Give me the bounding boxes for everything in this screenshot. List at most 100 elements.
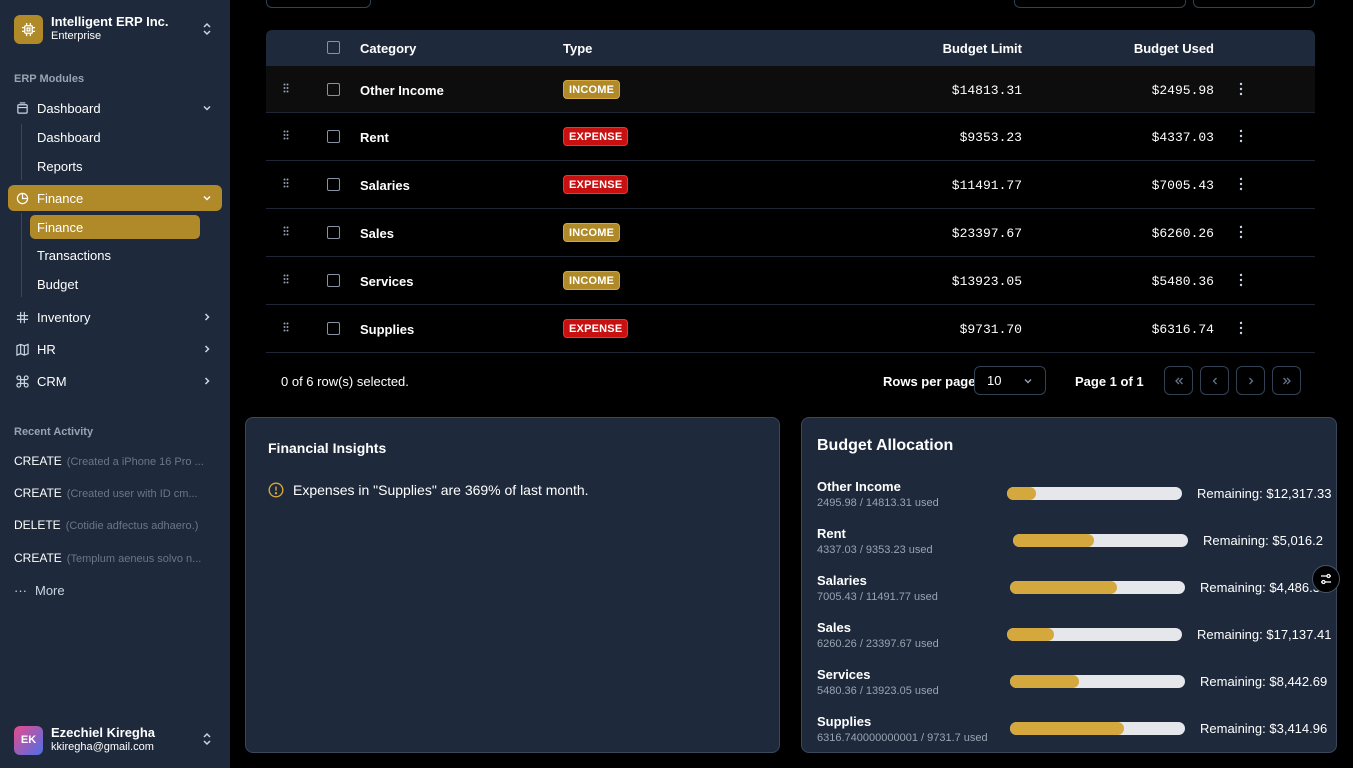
cell-category: Supplies (360, 322, 415, 337)
cell-budget-used: $4337.03 (1151, 130, 1214, 145)
allocation-item: Other Income 2495.98 / 14813.31 used Remai… (817, 479, 1332, 519)
row-checkbox[interactable] (327, 178, 340, 191)
allocation-progress-bar (1007, 487, 1182, 500)
nav-inventory[interactable]: Inventory (8, 304, 222, 330)
nav-hr[interactable]: HR (8, 336, 222, 362)
more-vertical-icon[interactable] (1239, 82, 1243, 96)
header-budget-limit[interactable]: Budget Limit (926, 41, 1022, 56)
allocation-remaining: Remaining: $12,317.33 (1197, 486, 1332, 501)
more-vertical-icon[interactable] (1239, 321, 1243, 335)
grip-icon[interactable] (283, 226, 289, 236)
grip-icon[interactable] (283, 178, 289, 188)
chip-icon (14, 14, 43, 44)
row-checkbox[interactable] (327, 83, 340, 96)
allocation-remaining: Remaining: $8,442.69 (1200, 674, 1328, 689)
more-button[interactable]: ··· More (14, 583, 214, 598)
activity-desc: (Created user with ID cm... (66, 488, 198, 500)
subnav-reports[interactable]: Reports (30, 154, 200, 178)
table-row[interactable]: Rent EXPENSE $9353.23 $4337.03 (266, 113, 1315, 161)
nav-crm-label: CRM (37, 373, 67, 389)
nav-finance-label: Finance (37, 190, 84, 206)
rows-per-page-label: Rows per page (883, 374, 976, 389)
org-switcher[interactable]: Intelligent ERP Inc. Enterprise (14, 14, 222, 44)
nav-inventory-label: Inventory (37, 309, 91, 325)
row-checkbox[interactable] (327, 130, 340, 143)
subnav-dashboard[interactable]: Dashboard (30, 125, 200, 149)
floating-settings-button[interactable] (1312, 565, 1340, 593)
cell-budget-limit: $13923.05 (951, 274, 1022, 289)
cell-budget-limit: $9353.23 (959, 130, 1022, 145)
table-header: Category Type Budget Limit Budget Used (266, 30, 1315, 66)
nav-crm[interactable]: CRM (8, 368, 222, 394)
allocation-remaining: Remaining: $5,016.2 (1203, 533, 1323, 548)
cell-category: Rent (360, 130, 389, 145)
row-checkbox[interactable] (327, 226, 340, 239)
row-checkbox[interactable] (327, 322, 340, 335)
more-vertical-icon[interactable] (1239, 177, 1243, 191)
toolbar-button[interactable] (266, 0, 371, 8)
next-page-button[interactable] (1236, 366, 1265, 395)
grip-icon[interactable] (283, 322, 289, 332)
cell-budget-used: $5480.36 (1151, 274, 1214, 289)
more-label: More (35, 583, 65, 598)
more-icon: ··· (14, 583, 27, 598)
section-label: ERP Modules (14, 73, 85, 85)
chevron-down-icon (203, 195, 211, 201)
more-vertical-icon[interactable] (1239, 129, 1243, 143)
allocation-progress-bar (1010, 675, 1185, 688)
prev-page-button[interactable] (1200, 366, 1229, 395)
insight-text: Expenses in "Supplies" are 369% of last … (293, 482, 589, 498)
activity-item[interactable]: CREATE (Created a iPhone 16 Pro ... (14, 454, 214, 468)
activity-item[interactable]: DELETE (Cotidie adfectus adhaero.) (14, 518, 214, 532)
row-checkbox[interactable] (327, 274, 340, 287)
nav-hr-label: HR (37, 341, 56, 357)
allocation-progress-bar (1007, 628, 1182, 641)
type-badge: EXPENSE (563, 319, 629, 338)
subnav-transactions[interactable]: Transactions (30, 243, 200, 267)
activity-item[interactable]: CREATE (Created user with ID cm... (14, 486, 214, 500)
activity-action: CREATE (14, 551, 62, 565)
toolbar-button[interactable] (1014, 0, 1186, 8)
more-vertical-icon[interactable] (1239, 273, 1243, 287)
user-menu[interactable]: EK Ezechiel Kiregha kkiregha@gmail.com (14, 724, 222, 756)
table-row[interactable]: Other Income INCOME $14813.31 $2495.98 (266, 66, 1315, 113)
chevrons-right-icon (1282, 377, 1291, 384)
budget-table: Category Type Budget Limit Budget Used O… (266, 30, 1315, 353)
grip-icon[interactable] (283, 130, 289, 140)
table-row[interactable]: Services INCOME $13923.05 $5480.36 (266, 257, 1315, 305)
allocation-remaining: Remaining: $17,137.41 (1197, 627, 1332, 642)
header-budget-used[interactable]: Budget Used (1116, 41, 1214, 56)
chevron-right-icon (204, 313, 210, 321)
last-page-button[interactable] (1272, 366, 1301, 395)
activity-item[interactable]: CREATE (Templum aeneus solvo n... (14, 551, 214, 565)
grip-icon[interactable] (283, 83, 289, 93)
rows-per-page-select[interactable]: 10 (974, 366, 1046, 395)
first-page-button[interactable] (1164, 366, 1193, 395)
table-row[interactable]: Sales INCOME $23397.67 $6260.26 (266, 209, 1315, 257)
header-type[interactable]: Type (563, 41, 592, 56)
table-row[interactable]: Salaries EXPENSE $11491.77 $7005.43 (266, 161, 1315, 209)
table-row[interactable]: Supplies EXPENSE $9731.70 $6316.74 (266, 305, 1315, 353)
divider (21, 213, 22, 297)
subnav-budget[interactable]: Budget (30, 272, 200, 296)
allocation-progress-fill (1013, 534, 1095, 547)
more-vertical-icon[interactable] (1239, 225, 1243, 239)
nav-dashboard[interactable]: Dashboard (8, 95, 222, 121)
table-body: Other Income INCOME $14813.31 $2495.98 Rent E… (266, 66, 1315, 353)
allocation-progress-fill (1007, 487, 1037, 500)
allocation-name: Other Income (817, 479, 901, 494)
subnav-finance[interactable]: Finance (30, 215, 200, 239)
financial-insights-card: Financial Insights Expenses in "Supplies… (245, 417, 780, 753)
nav-finance[interactable]: Finance (8, 185, 222, 211)
header-category[interactable]: Category (360, 41, 416, 56)
selection-count: 0 of 6 row(s) selected. (281, 374, 409, 389)
type-badge: EXPENSE (563, 175, 629, 194)
allocation-progress-fill (1010, 581, 1117, 594)
cell-budget-limit: $11491.77 (951, 178, 1022, 193)
allocation-item: Supplies 6316.740000000001 / 9731.7 used R… (817, 714, 1332, 754)
allocation-progress-bar (1010, 581, 1185, 594)
grip-icon[interactable] (283, 274, 289, 284)
toolbar-button[interactable] (1193, 0, 1315, 8)
select-all-checkbox[interactable] (327, 41, 340, 54)
cell-category: Services (360, 274, 414, 289)
